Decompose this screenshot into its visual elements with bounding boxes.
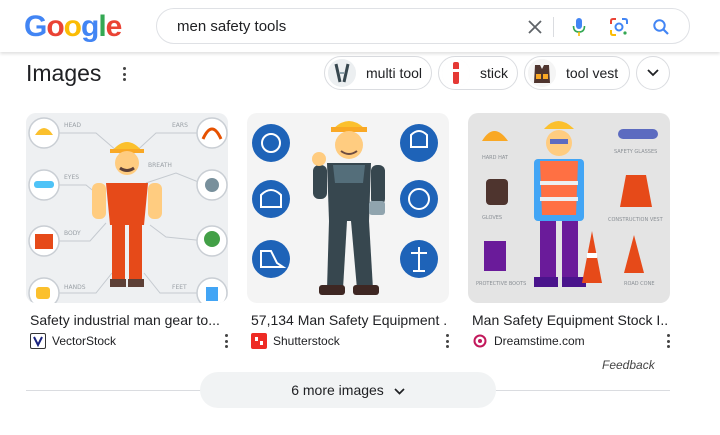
clear-icon[interactable] xyxy=(523,15,547,39)
microphone-icon[interactable] xyxy=(567,15,591,39)
lens-camera-icon[interactable] xyxy=(607,15,631,39)
result-more-icon[interactable] xyxy=(218,333,234,349)
image-label: GLOVES xyxy=(482,215,502,221)
result-image-3[interactable]: HARD HAT SAFETY GLASSES GLOVES CONSTRUCT… xyxy=(468,113,670,303)
source-name: VectorStock xyxy=(52,334,117,348)
search-input[interactable]: men safety tools xyxy=(177,18,286,35)
result-source-3[interactable]: Dreamstime.com xyxy=(472,333,585,349)
tool-vest-thumb-icon xyxy=(528,59,556,87)
shutterstock-icon xyxy=(251,333,267,349)
search-divider xyxy=(553,17,554,37)
chevron-down-icon xyxy=(647,64,659,82)
top-bar: Google men safety tools xyxy=(0,0,720,52)
image-label: PROTECTIVE BOOTS xyxy=(476,281,526,287)
result-title-3[interactable]: Man Safety Equipment Stock I... xyxy=(472,312,668,328)
chevron-down-icon xyxy=(394,382,405,398)
chip-label: stick xyxy=(480,65,508,81)
more-images-button[interactable]: 6 more images xyxy=(200,372,496,408)
section-more-icon[interactable] xyxy=(116,66,132,82)
chip-label: tool vest xyxy=(566,65,619,81)
result-source-1[interactable]: VectorStock xyxy=(30,333,116,349)
stick-thumb-icon xyxy=(442,59,470,87)
chip-stick[interactable]: stick xyxy=(438,56,518,90)
chips-expand-button[interactable] xyxy=(636,56,670,90)
result-title-2[interactable]: 57,134 Man Safety Equipment ... xyxy=(251,312,447,328)
image-label: FEET xyxy=(172,284,187,291)
result-more-icon[interactable] xyxy=(660,333,676,349)
result-more-icon[interactable] xyxy=(439,333,455,349)
result-image-1[interactable]: HEAD EARS EYES BREATH BODY HANDS FEET xyxy=(26,113,228,303)
image-label: HARD HAT xyxy=(482,155,509,161)
image-label: SAFETY GLASSES xyxy=(614,149,657,155)
dreamstime-icon xyxy=(472,333,488,349)
more-images-label: 6 more images xyxy=(291,382,384,398)
result-image-2[interactable] xyxy=(247,113,449,303)
result-source-2[interactable]: Shutterstock xyxy=(251,333,340,349)
feedback-link[interactable]: Feedback xyxy=(602,358,655,372)
source-name: Dreamstime.com xyxy=(494,334,585,348)
search-icon[interactable] xyxy=(649,15,673,39)
google-logo[interactable]: Google xyxy=(24,10,122,44)
vectorstock-icon xyxy=(30,333,46,349)
multi-tool-thumb-icon xyxy=(328,59,356,87)
section-title: Images xyxy=(26,60,102,86)
chip-label: multi tool xyxy=(366,65,423,81)
image-label: CONSTRUCTION VEST xyxy=(608,217,664,223)
image-label: BODY xyxy=(64,230,81,237)
search-box[interactable]: men safety tools xyxy=(156,8,690,44)
image-label: HEAD xyxy=(64,122,81,129)
image-label: EARS xyxy=(172,122,188,129)
image-label: BREATH xyxy=(148,162,172,169)
result-title-1[interactable]: Safety industrial man gear to... xyxy=(30,312,226,328)
image-label: HANDS xyxy=(64,284,86,291)
source-name: Shutterstock xyxy=(273,334,340,348)
image-label: EYES xyxy=(64,174,79,181)
chip-tool-vest[interactable]: tool vest xyxy=(524,56,630,90)
chip-multi-tool[interactable]: multi tool xyxy=(324,56,432,90)
image-label: ROAD CONE xyxy=(624,281,655,287)
